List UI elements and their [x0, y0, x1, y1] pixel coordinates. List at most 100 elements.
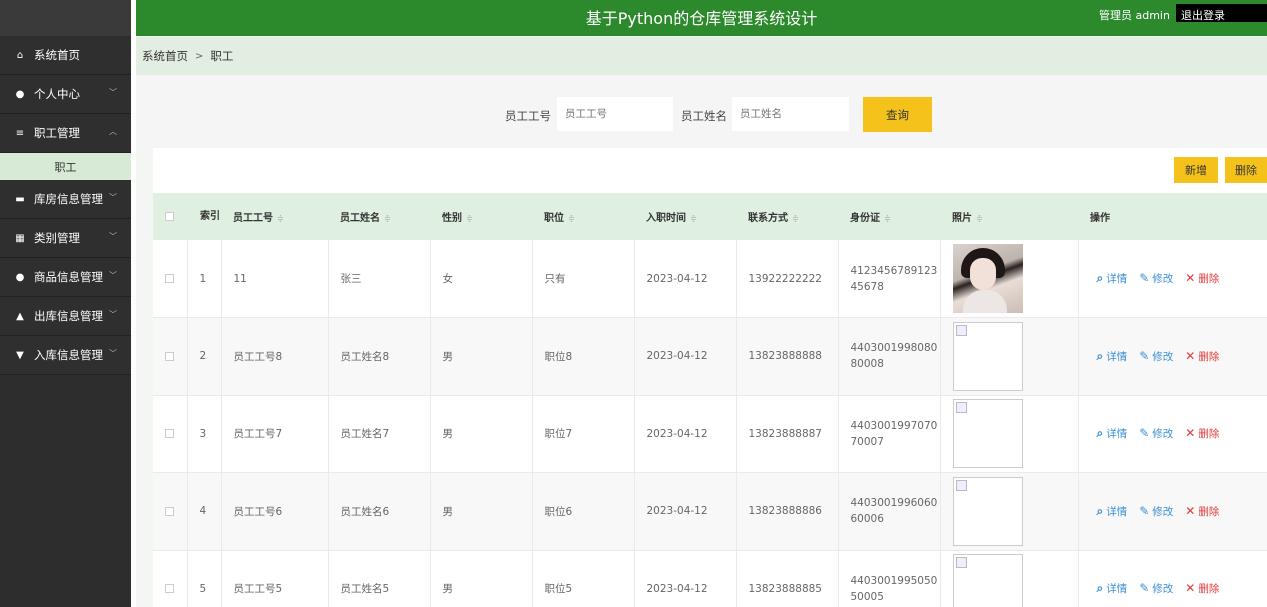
chevron-down-icon: ﹀ [109, 88, 117, 97]
cell-index: 3 [187, 395, 222, 473]
list-icon: ≡ [15, 127, 25, 139]
row-select[interactable] [153, 472, 188, 551]
select-all-checkbox[interactable] [165, 211, 174, 221]
row-checkbox[interactable] [165, 274, 174, 283]
sidebar-item-1[interactable]: ● 个人中心 ﹀ [0, 75, 131, 114]
employee-photo-broken[interactable] [952, 399, 1023, 469]
col-position[interactable]: 职位 ≑ [532, 193, 634, 240]
cell-actions: ⌕ 详情 ✎ 修改 ✕ 删除 [1078, 550, 1267, 607]
sidebar-item-7[interactable]: ▼ 入库信息管理 ﹀ [0, 336, 131, 375]
cell-index: 4 [187, 472, 222, 551]
col-contact[interactable]: 联系方式 ≑ [736, 193, 838, 240]
sidebar-item-0[interactable]: ⌂ 系统首页 [0, 36, 131, 75]
cell-contact: 13823888885 [736, 550, 839, 607]
breadcrumb: 系统首页 > 职工 [136, 37, 1267, 75]
add-button[interactable]: 新增 [1174, 157, 1218, 183]
cell-hire-date: 2023-04-12 [634, 395, 737, 473]
sidebar-item-3[interactable]: ▬ 库房信息管理 ﹀ [0, 180, 131, 219]
sidebar-item-label: 职工管理 [34, 126, 80, 140]
cell-position: 职位6 [532, 472, 635, 551]
query-button[interactable]: 查询 [863, 97, 932, 132]
sort-icon[interactable]: ≑ [884, 214, 891, 223]
row-select[interactable] [153, 240, 188, 318]
cell-position: 只有 [532, 240, 635, 318]
row-checkbox[interactable] [165, 584, 174, 594]
edit-button[interactable]: ✎ 修改 [1139, 426, 1173, 440]
cell-actions: ⌕ 详情 ✎ 修改 ✕ 删除 [1078, 472, 1267, 551]
sidebar-item-label: 入库信息管理 [34, 348, 103, 362]
row-checkbox[interactable] [165, 506, 174, 516]
employee-photo-broken[interactable] [952, 554, 1023, 607]
app-title: 基于Python的仓库管理系统设计 [585, 9, 818, 28]
delete-button[interactable]: ✕ 删除 [1185, 581, 1219, 595]
row-select[interactable] [153, 317, 188, 396]
chevron-down-icon: ﹀ [109, 310, 117, 319]
cell-photo [940, 240, 1079, 318]
col-emp-name[interactable]: 员工姓名 ≑ [328, 193, 430, 240]
broken-image-icon [955, 479, 967, 491]
emp-name-input[interactable] [732, 97, 849, 131]
cell-id-card: 4403001998080 80008 [838, 317, 941, 396]
delete-button[interactable]: ✕ 删除 [1185, 504, 1219, 518]
cell-gender: 男 [430, 317, 533, 396]
row-select[interactable] [153, 395, 188, 473]
breadcrumb-home[interactable]: 系统首页 [142, 48, 188, 64]
sidebar-item-2[interactable]: ≡ 职工管理 ︿ [0, 114, 131, 153]
select-all-header[interactable] [153, 193, 187, 240]
sort-icon[interactable]: ≑ [792, 214, 799, 223]
chevron-down-icon: ﹀ [109, 232, 117, 241]
view-button[interactable]: ⌕ 详情 [1097, 426, 1128, 440]
employee-photo-broken[interactable] [952, 321, 1023, 391]
cell-actions: ⌕ 详情 ✎ 修改 ✕ 删除 [1078, 317, 1267, 396]
close-icon: ✕ [1185, 426, 1196, 441]
thumb-icon: ▲ [16, 310, 24, 322]
view-button[interactable]: ⌕ 详情 [1096, 271, 1128, 285]
row-checkbox[interactable] [165, 429, 174, 439]
sort-icon[interactable]: ≑ [690, 214, 697, 223]
emp-no-input[interactable] [557, 97, 673, 131]
col-actions: 操作 [1078, 193, 1267, 240]
col-id-card[interactable]: 身份证 ≑ [838, 193, 940, 240]
sort-icon[interactable]: ≑ [277, 214, 284, 223]
broken-image-icon [955, 402, 967, 414]
sidebar-item-label: 库房信息管理 [34, 192, 103, 206]
sidebar-item-6[interactable]: ▲ 出库信息管理 ﹀ [0, 297, 131, 336]
edit-button[interactable]: ✎ 修改 [1139, 349, 1173, 363]
col-hire-date[interactable]: 入职时间 ≑ [634, 193, 736, 240]
delete-button[interactable]: ✕ 删除 [1185, 348, 1219, 363]
search-icon: ⌕ [1096, 271, 1104, 285]
home-icon: ⌂ [16, 49, 24, 61]
sort-icon[interactable]: ≑ [384, 214, 391, 223]
col-gender[interactable]: 性别 ≑ [430, 193, 532, 240]
view-button[interactable]: ⌕ 详情 [1097, 349, 1128, 363]
delete-button[interactable]: ✕ 删除 [1185, 426, 1219, 441]
delete-selected-button[interactable]: 删除 [1225, 157, 1267, 183]
row-select[interactable] [153, 550, 188, 607]
col-photo[interactable]: 照片 ≑ [940, 193, 1078, 240]
edit-button[interactable]: ✎ 修改 [1139, 271, 1173, 285]
edit-button[interactable]: ✎ 修改 [1139, 504, 1173, 518]
view-button[interactable]: ⌕ 详情 [1097, 504, 1128, 518]
user-icon: ● [15, 271, 25, 283]
delete-button[interactable]: ✕ 删除 [1185, 271, 1219, 285]
logout-button[interactable]: 退出登录 [1176, 4, 1267, 22]
cell-gender: 男 [430, 472, 533, 551]
emp-name-label: 员工姓名 [681, 109, 727, 123]
sort-icon[interactable]: ≑ [568, 214, 575, 223]
cell-gender: 男 [430, 395, 533, 473]
submenu-item-employee[interactable]: 职工 [0, 153, 131, 180]
sort-icon[interactable]: ≑ [976, 214, 983, 223]
view-button[interactable]: ⌕ 详情 [1097, 581, 1128, 595]
col-emp-no[interactable]: 员工工号 ≑ [221, 193, 328, 240]
employee-photo-broken[interactable] [952, 476, 1023, 546]
cell-id-card: 4403001995050 50005 [838, 550, 941, 607]
sidebar-item-4[interactable]: ▦ 类别管理 ﹀ [0, 219, 131, 258]
sidebar-item-5[interactable]: ● 商品信息管理 ﹀ [0, 258, 131, 297]
close-icon: ✕ [1185, 348, 1196, 363]
sort-icon[interactable]: ≑ [466, 214, 473, 223]
cell-hire-date: 2023-04-12 [634, 472, 737, 551]
edit-button[interactable]: ✎ 修改 [1139, 581, 1173, 595]
close-icon: ✕ [1185, 271, 1196, 285]
employee-photo[interactable] [952, 244, 1023, 313]
row-checkbox[interactable] [165, 351, 174, 361]
